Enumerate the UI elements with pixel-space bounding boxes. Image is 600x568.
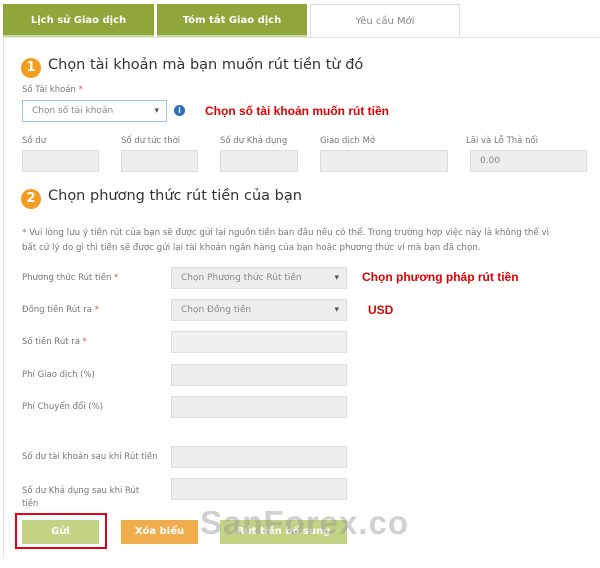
tab-new-request[interactable]: Yêu cầu Mới — [310, 4, 460, 38]
amount-input[interactable] — [171, 331, 347, 353]
account-label-text: Số Tài khoản — [22, 85, 76, 95]
currency-select[interactable]: Chọn Đồng tiền — [171, 299, 347, 321]
available-after-field — [171, 478, 347, 500]
conversion-fee-field — [171, 396, 347, 418]
section-2-title: Chọn phương thức rút tiền của bạn — [48, 188, 302, 204]
instant-balance-field — [121, 150, 198, 172]
submit-button[interactable]: Gửi — [22, 520, 99, 544]
required-mark: * — [78, 85, 83, 95]
balance-after-label: Số dư tài khoản sau khi Rút tiền — [22, 452, 158, 462]
amount-label-text: Số tiền Rút ra — [22, 337, 80, 347]
currency-annotation: USD — [368, 303, 394, 317]
account-annotation: Chọn số tài khoản muốn rút tiền — [205, 104, 389, 118]
available-after-label: Số dư Khả dụng sau khi Rút tiền — [22, 486, 140, 509]
balance-after-field — [171, 446, 347, 468]
currency-label-text: Đồng tiền Rút ra — [22, 305, 92, 315]
withdrawal-note-line2: bất cứ lý do gì thì tiền sẽ được gửi lại… — [22, 243, 481, 253]
withdrawal-note-line1: * Vui lòng lưu ý tiền rút của bạn sẽ đượ… — [22, 228, 550, 238]
tab-transaction-history[interactable]: Lịch sử Giao dịch — [3, 4, 154, 37]
clear-form-button[interactable]: Xóa biểu mẫu — [121, 520, 198, 561]
info-icon[interactable]: i — [174, 105, 185, 116]
required-mark: * — [94, 305, 99, 315]
balance-field — [22, 150, 99, 172]
method-label: Phương thức Rút tiền * — [22, 273, 118, 283]
step-2-badge: 2 — [21, 189, 41, 209]
account-label: Số Tài khoản * — [22, 85, 83, 95]
floating-pl-field: 0.00 — [470, 150, 587, 172]
transaction-fee-field — [171, 364, 347, 386]
available-balance-label: Số dư Khả dụng — [220, 136, 288, 146]
watermark: SanForex.co — [200, 504, 410, 541]
conversion-fee-label: Phí Chuyển đổi (%) — [22, 402, 104, 412]
currency-label: Đồng tiền Rút ra * — [22, 305, 99, 315]
floating-pl-label: Lãi và Lỗ Thả nổi — [466, 136, 539, 146]
balance-label: Số dư — [22, 136, 47, 146]
method-annotation: Chọn phương pháp rút tiền — [362, 270, 519, 284]
section-1-title: Chọn tài khoản mà bạn muốn rút tiền từ đ… — [48, 57, 364, 73]
currency-select-value: Chọn Đồng tiền — [181, 305, 252, 315]
step-1-badge: 1 — [21, 58, 41, 78]
account-select[interactable]: Chọn số tài khoản — [22, 100, 167, 122]
open-trades-label: Giao dịch Mở — [320, 136, 376, 146]
method-select-value: Chọn Phương thức Rút tiền — [181, 273, 302, 283]
tab-transaction-summary[interactable]: Tóm tắt Giao dịch — [157, 4, 307, 37]
account-select-value: Chọn số tài khoản — [32, 106, 114, 116]
available-balance-field — [220, 150, 298, 172]
required-mark: * — [114, 273, 119, 283]
instant-balance-label: Số dư tức thời — [121, 136, 181, 146]
transaction-fee-label: Phí Giao dịch (%) — [22, 370, 95, 380]
amount-label: Số tiền Rút ra * — [22, 337, 87, 347]
method-select[interactable]: Chọn Phương thức Rút tiền — [171, 267, 347, 289]
required-mark: * — [82, 337, 87, 347]
method-label-text: Phương thức Rút tiền — [22, 273, 112, 283]
open-trades-field — [320, 150, 448, 172]
